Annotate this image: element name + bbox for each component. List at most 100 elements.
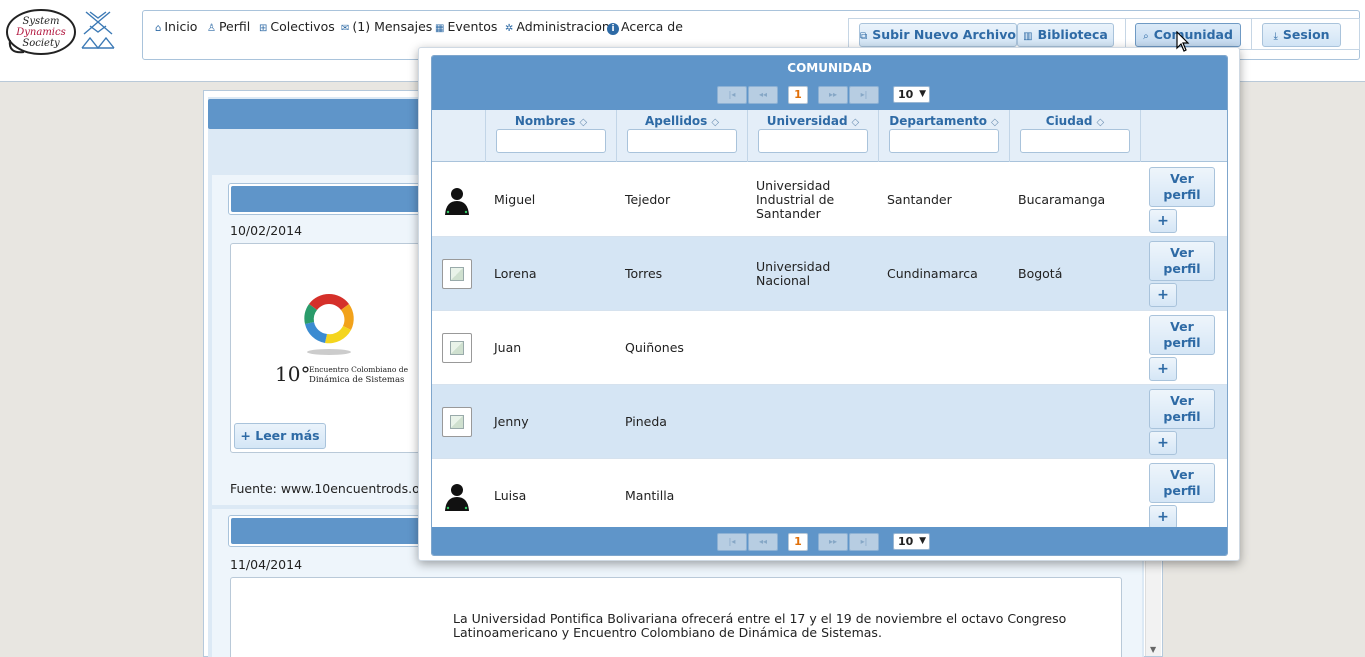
nav-acerca-de-label: Acerca de: [621, 19, 683, 34]
upload-file-button[interactable]: ⧉ Subir Nuevo Archivo: [859, 23, 1017, 47]
nav-mensajes-label: (1) Mensajes: [352, 19, 433, 34]
cell-nombre: Miguel: [494, 192, 536, 207]
broken-image-icon: [450, 267, 464, 281]
cell-universidad: [756, 311, 846, 385]
avatar: [442, 185, 472, 215]
nav-administracion[interactable]: ✲ Administracion: [505, 19, 610, 34]
header-nombres[interactable]: Nombres ◇: [485, 110, 616, 162]
nav-administracion-label: Administracion: [516, 19, 610, 34]
first-page-button[interactable]: |◂: [717, 86, 747, 104]
page-number[interactable]: 1: [788, 86, 808, 104]
sort-icon[interactable]: ◇: [991, 117, 999, 128]
avatar: [442, 333, 472, 363]
rows-per-page-select[interactable]: 10 ▼: [893, 86, 930, 103]
rows-per-page-value: 10: [898, 88, 914, 101]
sort-icon[interactable]: ◇: [579, 117, 587, 128]
last-page-button[interactable]: ▸|: [849, 533, 879, 551]
page-number[interactable]: 1: [788, 533, 808, 551]
community-popup: COMUNIDAD |◂ ◂◂ 1 ▸▸ ▸| 10 ▼ Nombres ◇ Ape…: [418, 47, 1240, 561]
logo-edition: 10°: [275, 362, 310, 386]
filter-apellidos-input[interactable]: [627, 129, 737, 153]
view-profile-button[interactable]: Ver perfil: [1149, 167, 1215, 207]
mouse-cursor-icon: [1176, 31, 1190, 52]
nav-inicio[interactable]: ⌂ Inicio: [155, 19, 197, 34]
system-dynamics-society-logo[interactable]: System Dynamics Society: [4, 6, 80, 58]
library-icon: ▥: [1023, 31, 1033, 42]
nav-perfil-label: Perfil: [218, 19, 251, 34]
table-row: Juan Quiñones Ver perfil +: [432, 311, 1227, 385]
next-page-button[interactable]: ▸▸: [818, 86, 848, 104]
cell-universidad: Universidad Nacional: [756, 259, 831, 288]
add-contact-button[interactable]: +: [1149, 209, 1177, 233]
view-profile-button[interactable]: Ver perfil: [1149, 389, 1215, 429]
upload-file-label: Subir Nuevo Archivo: [872, 27, 1016, 42]
avatar: [442, 259, 472, 289]
news-source: Fuente: www.10encuentrods.org: [230, 481, 433, 496]
news-date: 11/04/2014: [230, 557, 303, 572]
info-icon: i: [607, 23, 619, 35]
caret-down-icon: ▼: [919, 89, 926, 99]
first-page-button[interactable]: |◂: [717, 533, 747, 551]
cell-nombre: Luisa: [494, 488, 527, 503]
cell-apellido: Mantilla: [625, 488, 675, 503]
broken-image-icon: [450, 415, 464, 429]
header-ciudad[interactable]: Ciudad ◇: [1009, 110, 1140, 162]
prev-page-button[interactable]: ◂◂: [748, 86, 778, 104]
user-silhouette-icon: [445, 484, 469, 511]
news-body: 10° Encuentro Colombiano de Dinámica de …: [230, 243, 420, 453]
upload-icon: ⧉: [860, 31, 868, 42]
cell-apellido: Quiñones: [625, 340, 684, 355]
header-universidad[interactable]: Universidad ◇: [747, 110, 878, 162]
view-profile-button[interactable]: Ver perfil: [1149, 463, 1215, 503]
header-actions-col: [1140, 110, 1227, 162]
search-icon: ⌕: [1143, 31, 1149, 42]
sort-icon[interactable]: ◇: [711, 117, 719, 128]
read-more-label: Leer más: [255, 428, 320, 443]
header-apellidos[interactable]: Apellidos ◇: [616, 110, 747, 162]
last-page-button[interactable]: ▸|: [849, 86, 879, 104]
filter-departamento-input[interactable]: [889, 129, 999, 153]
add-contact-button[interactable]: +: [1149, 505, 1177, 529]
add-contact-button[interactable]: +: [1149, 283, 1177, 307]
cell-nombre: Jenny: [494, 414, 529, 429]
session-button[interactable]: ⤓ Sesion: [1262, 23, 1341, 47]
header-departamento[interactable]: Departamento ◇: [878, 110, 1009, 162]
rows-per-page-select[interactable]: 10 ▼: [893, 533, 930, 550]
secondary-logo: [80, 8, 116, 52]
table-row: Lorena Torres Universidad Nacional Cundi…: [432, 237, 1227, 311]
library-button[interactable]: ▥ Biblioteca: [1017, 23, 1114, 47]
rows-per-page-value: 10: [898, 535, 914, 548]
nav-eventos[interactable]: ▦ Eventos: [435, 19, 497, 34]
filter-universidad-input[interactable]: [758, 129, 868, 153]
cell-ciudad: [1018, 459, 1138, 533]
nav-colectivos[interactable]: ⊞ Colectivos: [259, 19, 335, 34]
nav-mensajes[interactable]: ✉ (1) Mensajes: [341, 19, 432, 34]
nav-perfil[interactable]: ♙ Perfil: [207, 19, 250, 34]
user-icon: ♙: [207, 23, 216, 34]
nav-acerca-de[interactable]: i Acerca de: [607, 19, 683, 35]
group-icon: ⊞: [259, 23, 268, 34]
cell-ciudad: Bogotá: [1018, 266, 1063, 281]
nav-eventos-label: Eventos: [447, 19, 498, 34]
toolbar-divider: [1125, 19, 1126, 49]
chevron-down-icon[interactable]: ▼: [1150, 645, 1156, 654]
cell-apellido: Tejedor: [625, 192, 671, 207]
prev-page-button[interactable]: ◂◂: [748, 533, 778, 551]
logo-line-3: Dinámica de Sistemas: [309, 374, 404, 385]
view-profile-button[interactable]: Ver perfil: [1149, 315, 1215, 355]
add-contact-button[interactable]: +: [1149, 357, 1177, 381]
table-row: Miguel Tejedor Universidad Industrial de…: [432, 163, 1227, 237]
broken-image-icon: [450, 341, 464, 355]
sort-icon[interactable]: ◇: [1097, 117, 1105, 128]
sort-icon[interactable]: ◇: [852, 117, 860, 128]
filter-ciudad-input[interactable]: [1020, 129, 1130, 153]
avatar: [442, 407, 472, 437]
filter-nombres-input[interactable]: [496, 129, 606, 153]
read-more-button[interactable]: + Leer más: [234, 423, 326, 449]
next-page-button[interactable]: ▸▸: [818, 533, 848, 551]
view-profile-button[interactable]: Ver perfil: [1149, 241, 1215, 281]
cell-universidad: Universidad Industrial de Santander: [756, 178, 835, 221]
table-row: Luisa Mantilla Ver perfil +: [432, 459, 1227, 533]
library-label: Biblioteca: [1037, 27, 1108, 42]
add-contact-button[interactable]: +: [1149, 431, 1177, 455]
